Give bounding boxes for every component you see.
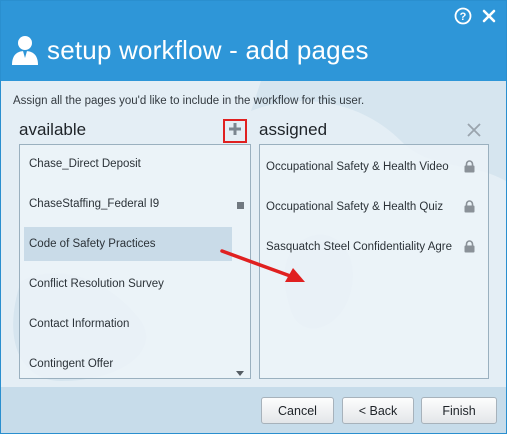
list-item[interactable]: Chase_Direct Deposit [24, 147, 232, 181]
clear-assigned-icon[interactable] [466, 122, 482, 138]
scroll-down-arrow-icon[interactable] [235, 365, 245, 376]
list-item-label: Contingent Offer [29, 358, 114, 370]
back-button[interactable]: < Back [342, 397, 414, 424]
svg-text:?: ? [460, 11, 467, 23]
list-item[interactable]: Contingent Offer [24, 347, 232, 378]
list-item-label: Occupational Safety & Health Video [266, 161, 449, 173]
list-item[interactable]: Sasquatch Steel Confidentiality Agre [266, 232, 484, 262]
dialog-titlebar: ? setup workflow - add pages [1, 1, 506, 81]
available-heading: available [19, 120, 87, 139]
lock-icon [464, 240, 475, 253]
setup-workflow-dialog: ? setup workflow - add pages Assign all … [0, 0, 507, 434]
lock-icon [464, 160, 475, 173]
list-item[interactable]: Occupational Safety & Health Video [266, 152, 484, 182]
plus-icon [228, 122, 242, 141]
list-item[interactable]: Occupational Safety & Health Quiz [266, 192, 484, 222]
window-controls: ? [454, 7, 498, 25]
add-page-button[interactable] [223, 119, 247, 143]
cancel-button[interactable]: Cancel [261, 397, 334, 424]
list-item-label: Contact Information [29, 318, 130, 330]
assigned-heading: assigned [259, 120, 328, 139]
list-item-label: Sasquatch Steel Confidentiality Agre [266, 241, 453, 253]
list-item-label: ChaseStaffing_Federal I9 [29, 198, 160, 210]
assigned-pages-list[interactable]: Occupational Safety & Health Video Occup… [259, 144, 489, 379]
dialog-content: Assign all the pages you'd like to inclu… [1, 81, 506, 387]
lock-icon [464, 200, 475, 213]
user-icon [11, 34, 39, 66]
help-icon[interactable]: ? [454, 7, 472, 25]
list-item-label: Chase_Direct Deposit [29, 158, 141, 170]
scrollbar-thumb[interactable] [237, 202, 244, 209]
finish-button[interactable]: Finish [421, 397, 497, 424]
available-pages-list[interactable]: Chase_Direct Deposit ChaseStaffing_Feder… [19, 144, 251, 379]
list-item-selected[interactable]: Code of Safety Practices [24, 227, 232, 261]
list-item-label: Occupational Safety & Health Quiz [266, 201, 444, 213]
instruction-text: Assign all the pages you'd like to inclu… [13, 95, 365, 107]
list-item-label: Code of Safety Practices [29, 238, 156, 250]
close-icon[interactable] [480, 7, 498, 25]
list-item[interactable]: Conflict Resolution Survey [24, 267, 232, 301]
list-item-label: Conflict Resolution Survey [29, 278, 164, 290]
list-item[interactable]: Contact Information [24, 307, 232, 341]
dialog-title: setup workflow - add pages [47, 35, 369, 65]
list-item[interactable]: ChaseStaffing_Federal I9 [24, 187, 232, 221]
dialog-footer: Cancel < Back Finish [1, 387, 506, 433]
